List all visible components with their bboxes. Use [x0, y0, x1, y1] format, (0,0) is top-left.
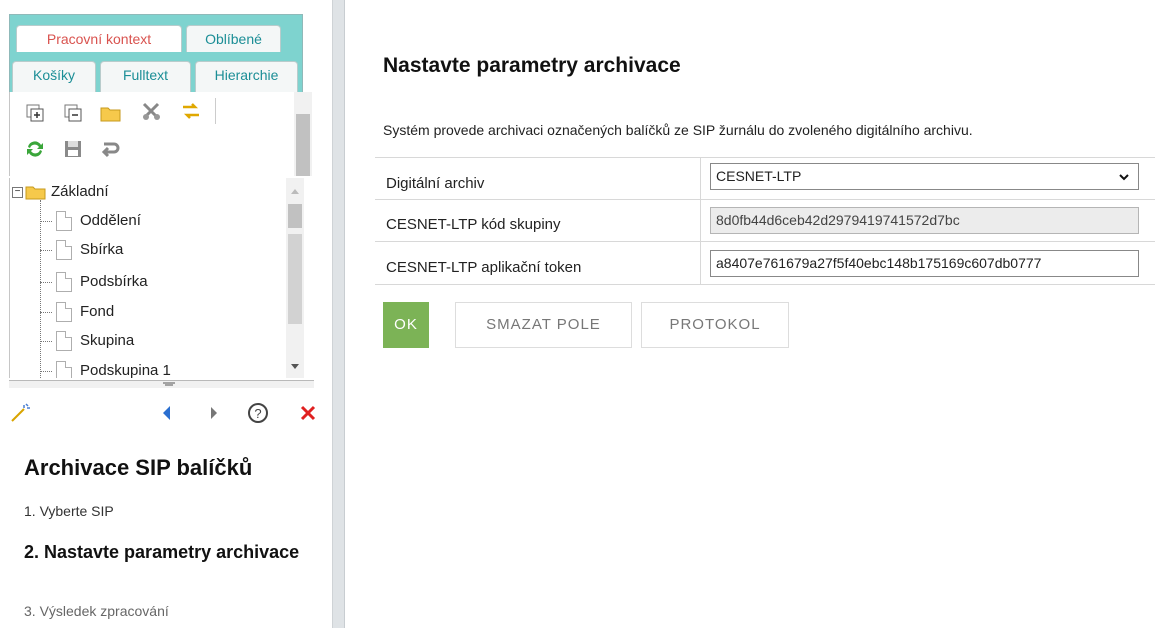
- scrollbar-thumb[interactable]: [296, 114, 310, 176]
- document-icon: [56, 302, 72, 322]
- page-title: Nastavte parametry archivace: [383, 54, 681, 77]
- help-toolbar: ?: [9, 398, 325, 428]
- help-step-2-active: 2. Nastavte parametry archivace: [24, 542, 300, 562]
- tree-root-label: Základní: [51, 183, 109, 200]
- archive-label: Digitální archiv: [386, 175, 485, 192]
- app-token-label: CESNET-LTP aplikační token: [386, 259, 582, 276]
- tree-root[interactable]: − Základní: [12, 180, 109, 204]
- help-step-1: 1. Vyberte SIP: [24, 503, 114, 519]
- document-icon: [56, 331, 72, 351]
- document-icon: [56, 211, 72, 231]
- help-icon[interactable]: ?: [246, 401, 270, 425]
- tree-item-label: Podskupina 1: [80, 362, 171, 378]
- group-code-field: 8d0fb44d6ceb42d2979419741572d7bc: [710, 207, 1139, 234]
- tab-hierarchy[interactable]: Hierarchie: [195, 61, 298, 93]
- form-row-app-token: CESNET-LTP aplikační token a8407e761679a…: [375, 241, 1155, 285]
- scrollbar-thumb[interactable]: [288, 204, 302, 228]
- tree-item[interactable]: Skupina: [40, 329, 134, 353]
- app-token-field[interactable]: a8407e761679a27f5f40ebc148b175169c607db0…: [710, 250, 1139, 277]
- refresh-icon[interactable]: [24, 138, 46, 160]
- tab-baskets[interactable]: Košíky: [12, 61, 96, 93]
- archive-select[interactable]: CESNET-LTP: [710, 163, 1139, 190]
- panel-splitter[interactable]: [333, 0, 345, 628]
- panel-tabs: Pracovní kontext Oblíbené Košíky Fulltex…: [9, 14, 303, 93]
- tree-scrollbar[interactable]: [286, 178, 304, 378]
- archive-select-value: CESNET-LTP: [716, 168, 802, 184]
- collapse-toggle-icon[interactable]: −: [12, 186, 23, 198]
- folder-icon[interactable]: [100, 102, 122, 124]
- tree-view: − Základní Oddělení Sbírka Podsbírka Fon…: [9, 178, 311, 378]
- tab-working-context[interactable]: Pracovní kontext: [16, 25, 182, 52]
- tree-toolbar: [9, 92, 312, 176]
- next-icon[interactable]: [206, 402, 222, 424]
- collapse-all-icon[interactable]: [62, 102, 84, 124]
- tree-item-label: Fond: [80, 303, 115, 320]
- left-panel: Pracovní kontext Oblíbené Košíky Fulltex…: [0, 0, 333, 628]
- tree-item[interactable]: Podskupina 1: [40, 359, 171, 378]
- tree-item[interactable]: Oddělení: [40, 209, 141, 233]
- folder-open-icon: [25, 186, 46, 200]
- ok-button[interactable]: OK: [383, 302, 429, 348]
- drag-handle-icon: [163, 382, 175, 386]
- scrollbar-thumb[interactable]: [288, 234, 302, 324]
- tree-item-label: Oddělení: [80, 212, 141, 229]
- document-icon: [56, 361, 72, 378]
- scroll-up-icon[interactable]: [286, 184, 304, 198]
- tree-item[interactable]: Fond: [40, 300, 114, 324]
- tree-item-label: Skupina: [80, 332, 135, 349]
- expand-all-icon[interactable]: [24, 102, 46, 124]
- magic-wand-icon[interactable]: [9, 402, 31, 424]
- tree-item[interactable]: Podsbírka: [40, 270, 148, 294]
- form-row-group-code: CESNET-LTP kód skupiny 8d0fb44d6ceb42d29…: [375, 199, 1155, 241]
- toolbar-separator: [215, 98, 216, 124]
- tab-favorites[interactable]: Oblíbené: [186, 25, 281, 52]
- panel-resize-handle[interactable]: [9, 380, 314, 388]
- group-code-label: CESNET-LTP kód skupiny: [386, 216, 561, 233]
- svg-text:?: ?: [254, 406, 261, 421]
- toolbar-scrollbar[interactable]: [294, 92, 312, 176]
- clear-fields-button[interactable]: SMAZAT POLE: [455, 302, 632, 348]
- tab-fulltext[interactable]: Fulltext: [100, 61, 191, 93]
- tree-item[interactable]: Sbírka: [40, 238, 123, 262]
- save-icon[interactable]: [62, 138, 84, 160]
- help-step-3: 3. Výsledek zpracování: [24, 603, 169, 619]
- protocol-button[interactable]: PROTOKOL: [641, 302, 789, 348]
- help-title: Archivace SIP balíčků: [24, 455, 253, 480]
- close-icon[interactable]: [297, 402, 319, 424]
- undo-icon[interactable]: [100, 138, 122, 160]
- tree-item-label: Podsbírka: [80, 273, 148, 290]
- cut-icon[interactable]: [140, 100, 162, 122]
- scroll-down-icon[interactable]: [286, 360, 304, 374]
- move-icon[interactable]: [180, 100, 202, 122]
- document-icon: [56, 240, 72, 260]
- document-icon: [56, 272, 72, 292]
- previous-icon[interactable]: [159, 402, 175, 424]
- page-description: Systém provede archivaci označených balí…: [383, 122, 973, 138]
- tree-item-label: Sbírka: [80, 241, 124, 258]
- form-row-archive: Digitální archiv CESNET-LTP: [375, 157, 1155, 199]
- chevron-down-icon: [1119, 174, 1129, 181]
